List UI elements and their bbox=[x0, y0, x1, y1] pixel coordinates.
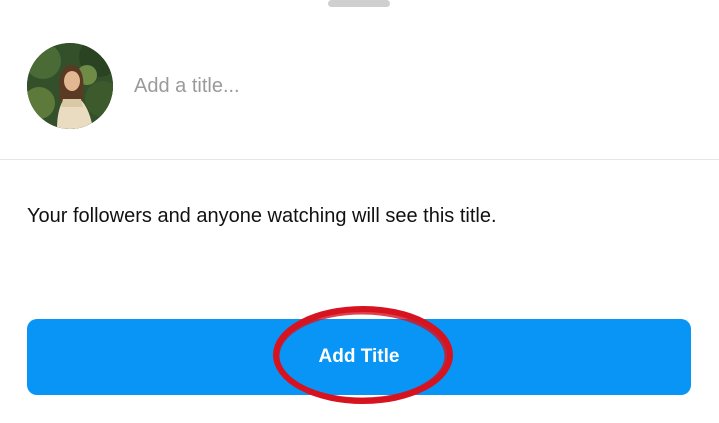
avatar-photo-icon bbox=[27, 43, 113, 129]
profile-avatar bbox=[27, 43, 113, 129]
title-input[interactable] bbox=[134, 66, 674, 106]
add-title-button[interactable]: Add Title bbox=[27, 319, 691, 395]
title-visibility-note: Your followers and anyone watching will … bbox=[27, 205, 497, 227]
title-input-row bbox=[0, 0, 719, 160]
title-bottom-sheet: Your followers and anyone watching will … bbox=[0, 0, 719, 423]
add-title-button-label: Add Title bbox=[318, 346, 400, 367]
